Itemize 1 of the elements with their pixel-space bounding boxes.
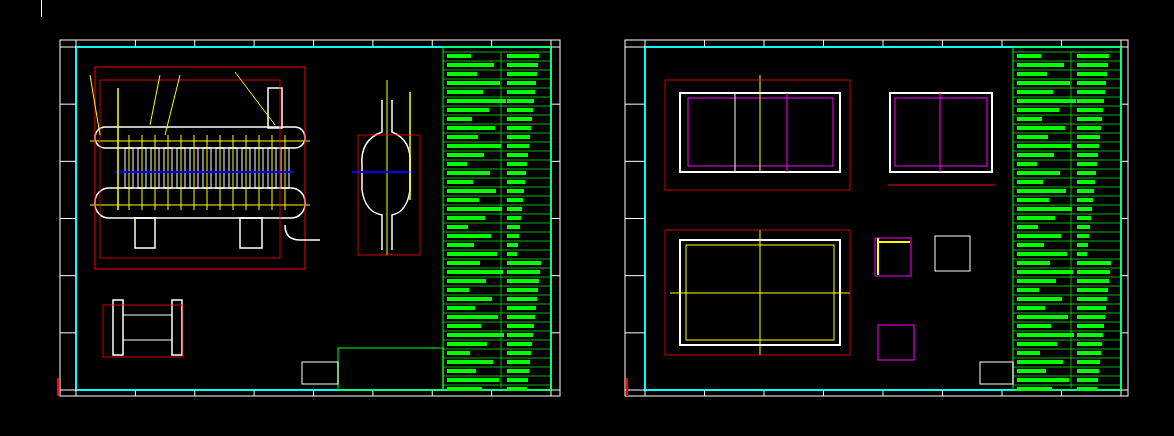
- cursor-line: [41, 0, 42, 17]
